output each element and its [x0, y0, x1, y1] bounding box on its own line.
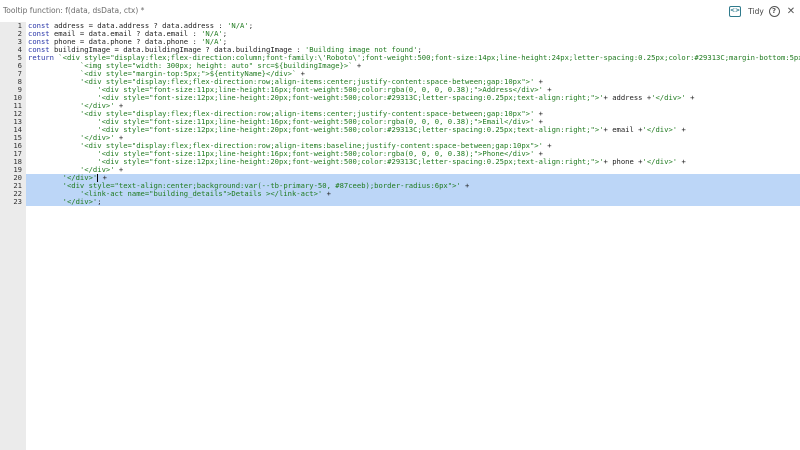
string-token: '</div>': [62, 197, 98, 206]
code-token: +: [677, 125, 686, 134]
code-token: + email +: [603, 125, 643, 134]
code-token: + address +: [603, 93, 652, 102]
help-icon: ?: [768, 5, 780, 17]
tidy-button[interactable]: Tidy: [745, 3, 767, 19]
string-token: '<link-act name="building_details">Detai…: [79, 189, 323, 198]
string-token: '<div style="font-size:12px;line-height:…: [97, 93, 604, 102]
code-token: ;: [248, 22, 254, 30]
string-token: '</div>': [651, 93, 686, 102]
editor-title: Tooltip function: f(data, dsData, ctx) *: [3, 6, 145, 15]
code-text: '<div style="font-size:12px;line-height:…: [28, 158, 686, 166]
line-number: 23: [13, 197, 22, 206]
code-token: + phone +: [603, 157, 643, 166]
string-token: '<div style="font-size:12px;line-height:…: [97, 157, 604, 166]
code-token: +: [677, 157, 686, 166]
code-token: +: [114, 165, 124, 174]
code-text: '</div>';: [28, 198, 102, 206]
code-text: '<div style="font-size:12px;line-height:…: [28, 94, 694, 102]
string-token: '<div style="font-size:12px;line-height:…: [97, 125, 604, 134]
code-line[interactable]: 19 '</div>' +: [13, 165, 800, 174]
string-token: 'N/A': [227, 22, 249, 30]
code-line[interactable]: 23 '</div>';: [13, 198, 800, 206]
code-line[interactable]: 18 '<div style="font-size:12px;line-heig…: [13, 158, 800, 166]
code-token: +: [685, 93, 695, 102]
fullscreen-icon: <>: [729, 5, 741, 17]
code-line[interactable]: 14 '<div style="font-size:12px;line-heig…: [13, 126, 800, 134]
editor-toolbar: Tooltip function: f(data, dsData, ctx) *…: [0, 0, 800, 22]
code-token: ;: [97, 197, 102, 206]
code-editor[interactable]: 1 const address = data.address ? data.add…: [0, 22, 800, 450]
code-token: +: [542, 141, 552, 150]
code-token: +: [352, 61, 362, 70]
code-area[interactable]: 1 const address = data.address ? data.add…: [13, 22, 800, 450]
code-token: +: [322, 189, 331, 198]
close-button[interactable]: ✕: [785, 3, 797, 19]
fullscreen-button[interactable]: <>: [727, 3, 743, 19]
code-line[interactable]: 22 '<link-act name="building_details">De…: [13, 189, 800, 198]
help-button[interactable]: ?: [767, 3, 781, 19]
code-token: +: [460, 181, 470, 190]
string-token: '</div>': [642, 157, 678, 166]
string-token: '</div>': [642, 125, 678, 134]
code-line[interactable]: 10 '<div style="font-size:12px;line-heig…: [13, 94, 800, 102]
code-text: '<div style="font-size:12px;line-height:…: [28, 126, 686, 134]
